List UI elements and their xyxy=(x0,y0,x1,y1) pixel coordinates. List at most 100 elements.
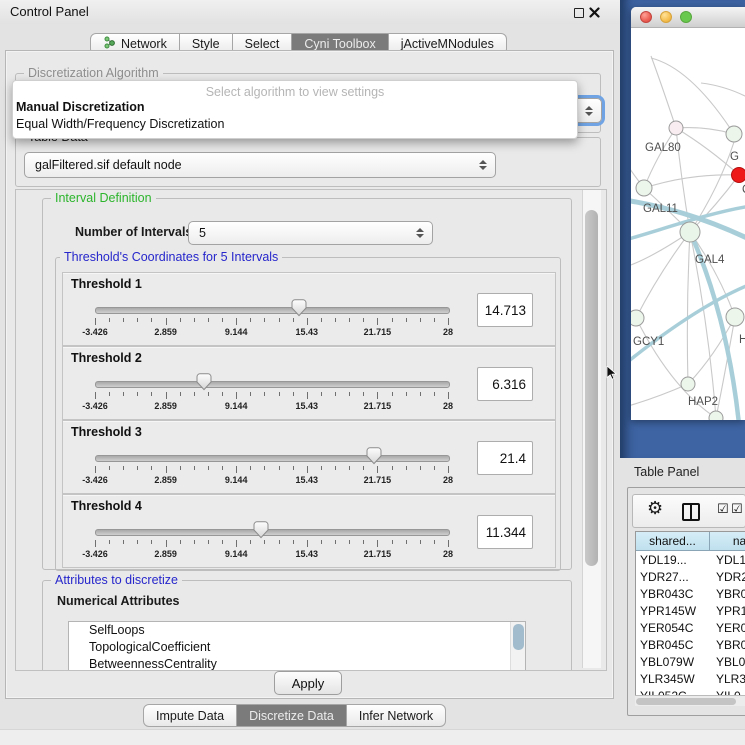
tick-mark xyxy=(250,540,251,544)
table-row[interactable]: YBR045CYBR0 xyxy=(636,636,745,653)
table-row[interactable]: YBR043CYBR0 xyxy=(636,585,745,602)
table-row[interactable]: YER054CYER0 xyxy=(636,619,745,636)
stepper-arrows-icon xyxy=(581,106,597,116)
slider-track[interactable] xyxy=(95,381,450,388)
bottom-tab-bar: Impute Data Discretize Data Infer Network xyxy=(143,704,446,727)
tab-discretize-data[interactable]: Discretize Data xyxy=(237,704,347,727)
network-edge xyxy=(687,232,690,384)
checkbox-icon[interactable]: ☑ xyxy=(717,502,729,517)
tick-mark xyxy=(151,318,152,322)
discretization-algorithm-label: Discretization Algorithm xyxy=(24,66,163,80)
tick-mark xyxy=(208,540,209,544)
tick-mark xyxy=(264,318,265,322)
network-edge xyxy=(644,175,739,188)
tick-label: -3.426 xyxy=(82,549,108,559)
slider-track[interactable] xyxy=(95,455,450,462)
attribute-item-topologicalcoefficient[interactable]: TopologicalCoefficient xyxy=(69,639,525,656)
threshold-label: Threshold 2 xyxy=(71,351,142,365)
table-row[interactable]: YLR345WYLR3 xyxy=(636,670,745,687)
node-table[interactable]: shared...na YDL19...YDL1YDR27...YDR2YBR0… xyxy=(635,531,745,703)
scrollbar-thumb[interactable] xyxy=(585,210,598,566)
network-node-g[interactable] xyxy=(726,126,742,142)
columns-icon[interactable] xyxy=(682,503,700,521)
network-node-gcy1[interactable] xyxy=(631,310,644,326)
close-icon[interactable] xyxy=(589,7,600,18)
slider-track[interactable] xyxy=(95,529,450,536)
network-node-c[interactable] xyxy=(732,168,745,183)
network-canvas[interactable]: GAL80GCGAL11GAL4GCY1HHAP2 xyxy=(631,28,745,420)
slider-track[interactable] xyxy=(95,307,450,314)
table-row[interactable]: YBL079WYBL0 xyxy=(636,653,745,670)
slider-thumb[interactable] xyxy=(253,521,269,539)
network-node-gal4[interactable] xyxy=(680,222,700,242)
tick-label: -3.426 xyxy=(82,327,108,337)
network-node-gal80[interactable] xyxy=(669,121,683,135)
horizontal-scrollbar[interactable] xyxy=(635,695,745,706)
slider-thumb[interactable] xyxy=(196,373,212,391)
tick-label: 21.715 xyxy=(364,549,392,559)
algorithm-option-manual[interactable]: Manual Discretization xyxy=(16,100,566,114)
network-node[interactable] xyxy=(709,411,723,420)
tick-mark xyxy=(406,540,407,544)
network-window[interactable]: GAL80GCGAL11GAL4GCY1HHAP2 xyxy=(631,7,745,420)
vertical-scrollbar[interactable] xyxy=(582,190,601,668)
column-header-na[interactable]: na xyxy=(710,532,745,551)
minimize-traffic-light-icon[interactable] xyxy=(660,11,672,23)
number-of-intervals-combo[interactable]: 5 xyxy=(188,221,433,245)
attribute-item-betweennesscentrality[interactable]: BetweennessCentrality xyxy=(69,656,525,671)
cell-shared-name: YDR27... xyxy=(636,570,710,584)
gear-icon[interactable]: ⚙ xyxy=(647,498,663,519)
tick-mark xyxy=(279,392,280,396)
tick-mark xyxy=(166,466,167,473)
table-row[interactable]: YPR145WYPR1 xyxy=(636,602,745,619)
zoom-traffic-light-icon[interactable] xyxy=(680,11,692,23)
slider-thumb[interactable] xyxy=(366,447,382,465)
tick-mark xyxy=(420,540,421,544)
apply-button[interactable]: Apply xyxy=(274,671,342,695)
app-window: Control Panel NetworkStyleSelectCyni Too… xyxy=(0,0,745,745)
tab-label: Discretize Data xyxy=(249,709,334,723)
cell-name: YBL0 xyxy=(710,655,745,669)
threshold-value-field[interactable]: 21.4 xyxy=(477,441,533,475)
table-row[interactable]: YDL19...YDL1 xyxy=(636,551,745,568)
tick-mark xyxy=(406,392,407,396)
network-node-hap2[interactable] xyxy=(681,377,695,391)
tick-mark xyxy=(279,466,280,470)
algorithm-option-equal-width[interactable]: Equal Width/Frequency Discretization xyxy=(16,117,566,131)
list-scrollbar[interactable] xyxy=(510,622,525,671)
checkbox-icon[interactable]: ☑ xyxy=(731,502,743,517)
node-label: GAL80 xyxy=(645,142,681,154)
threshold-panel-3: Threshold 3-3.4262.8599.14415.4321.71528… xyxy=(62,420,556,494)
float-window-icon[interactable] xyxy=(574,8,584,18)
tick-mark xyxy=(279,540,280,544)
numerical-attributes-list[interactable]: SelfLoopsTopologicalCoefficientBetweenne… xyxy=(68,621,526,671)
network-node-gal11[interactable] xyxy=(636,180,652,196)
tick-mark xyxy=(208,466,209,470)
stepper-arrows-icon xyxy=(475,160,491,170)
tick-mark xyxy=(406,318,407,322)
settings-scroll-area: Interval Definition Number of Intervals … xyxy=(15,189,607,671)
threshold-value-field[interactable]: 14.713 xyxy=(477,293,533,327)
attribute-item-selfloops[interactable]: SelfLoops xyxy=(69,622,525,639)
table-row[interactable]: YDR27...YDR2 xyxy=(636,568,745,585)
table-data-combo[interactable]: galFiltered.sif default node xyxy=(24,152,496,178)
hscrollbar-thumb[interactable] xyxy=(636,698,736,705)
slider-thumb[interactable] xyxy=(291,299,307,317)
column-header-shared[interactable]: shared... xyxy=(636,532,710,551)
close-traffic-light-icon[interactable] xyxy=(640,11,652,23)
network-node-h[interactable] xyxy=(726,308,744,326)
network-window-titlebar[interactable] xyxy=(631,7,745,28)
tick-mark xyxy=(392,466,393,470)
tick-label: 9.144 xyxy=(225,475,248,485)
tick-label: 15.43 xyxy=(296,401,319,411)
tab-impute-data[interactable]: Impute Data xyxy=(143,704,237,727)
tick-mark xyxy=(448,466,449,473)
tick-mark xyxy=(377,540,378,547)
threshold-value-field[interactable]: 11.344 xyxy=(477,515,533,549)
tick-mark xyxy=(194,466,195,470)
node-label: GCY1 xyxy=(633,336,664,348)
table-panel: ⚙ ☑ ☑ shared...na YDL19...YDL1YDR27...YD… xyxy=(627,487,745,716)
tab-infer-network[interactable]: Infer Network xyxy=(347,704,446,727)
tick-mark xyxy=(321,392,322,396)
threshold-value-field[interactable]: 6.316 xyxy=(477,367,533,401)
